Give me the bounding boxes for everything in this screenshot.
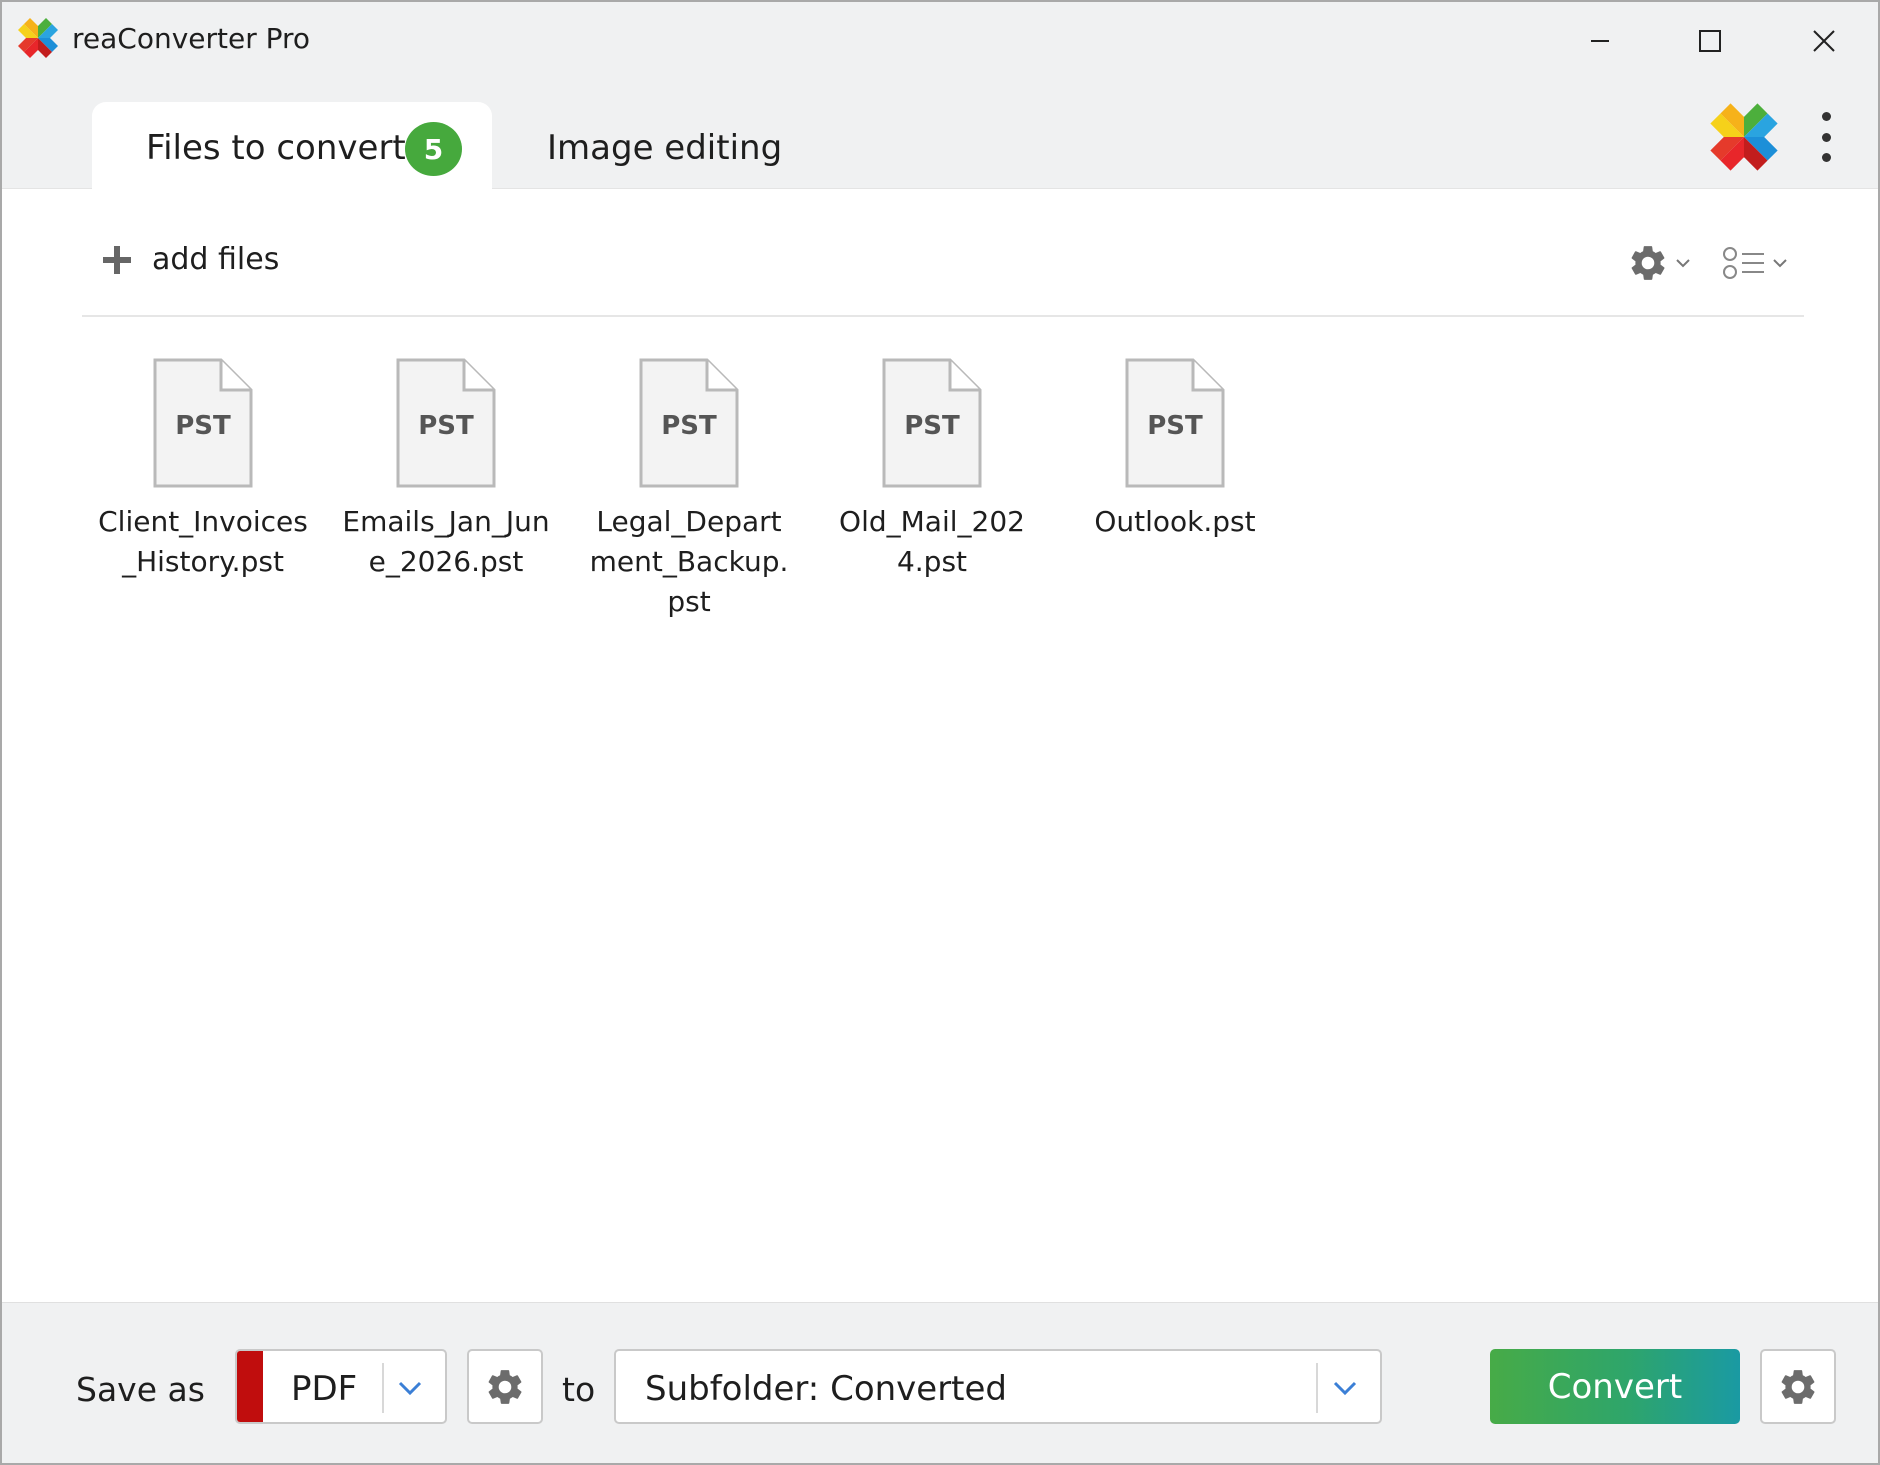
file-ext-label: PST (175, 411, 231, 441)
gear-icon (488, 1369, 522, 1404)
conversion-footer: Save as PDF to Subfolder: Converted Conv… (2, 1302, 1878, 1463)
chevron-down-icon[interactable] (1330, 1373, 1360, 1403)
convert-settings-button[interactable] (1760, 1349, 1836, 1424)
file-item[interactable]: PST Outlook.pst (1070, 358, 1280, 542)
add-files-label: add files (152, 242, 280, 277)
file-item[interactable]: PST Emails_Jan_June_2026.pst (341, 358, 551, 582)
app-window: reaConverter Pro Files to convert 5 Imag… (0, 0, 1880, 1465)
brand-logo-icon (1710, 103, 1778, 171)
settings-dropdown[interactable] (1627, 242, 1691, 284)
pst-file-icon: PST (396, 358, 496, 488)
files-toolbar: add files (82, 202, 1804, 317)
pst-file-icon: PST (882, 358, 982, 488)
add-files-button[interactable]: add files (102, 242, 279, 277)
format-settings-button[interactable] (467, 1349, 543, 1424)
maximize-button[interactable] (1680, 16, 1740, 66)
file-item[interactable]: PST Legal_Department_Backup.pst (584, 358, 794, 622)
convert-button[interactable]: Convert (1490, 1349, 1740, 1424)
tab-bar: Files to convert 5 Image editing (2, 86, 1878, 190)
chevron-down-icon (1676, 259, 1690, 268)
title-bar: reaConverter Pro (2, 2, 1878, 86)
file-ext-label: PST (418, 411, 474, 441)
file-name: Emails_Jan_June_2026.pst (342, 505, 550, 578)
divider (1316, 1363, 1318, 1413)
minimize-icon (1591, 40, 1609, 42)
destination-select[interactable]: Subfolder: Converted (614, 1349, 1382, 1424)
list-view-icon (1723, 247, 1764, 279)
pst-file-icon: PST (1125, 358, 1225, 488)
chevron-down-icon (1773, 259, 1787, 268)
more-options-icon[interactable] (1814, 112, 1838, 162)
close-icon (1813, 30, 1835, 52)
tab-files-to-convert[interactable]: Files to convert 5 (92, 102, 492, 190)
file-name: Old_Mail_2024.pst (839, 505, 1025, 578)
file-name: Client_Invoices_History.pst (98, 505, 308, 578)
file-grid: PST Client_Invoices_History.pst PST Emai… (98, 358, 1498, 618)
file-name: Legal_Department_Backup.pst (589, 505, 789, 618)
app-logo-icon (18, 18, 58, 58)
minimize-button[interactable] (1570, 16, 1630, 66)
tab-label: Files to convert (146, 128, 406, 168)
to-label: to (562, 1370, 596, 1409)
file-ext-label: PST (904, 411, 960, 441)
file-count-badge: 5 (405, 122, 462, 176)
pst-file-icon: PST (153, 358, 253, 488)
save-as-label: Save as (76, 1370, 205, 1409)
format-color-swatch (237, 1351, 263, 1422)
file-name: Outlook.pst (1094, 505, 1256, 538)
gear-icon (1781, 1369, 1815, 1404)
close-button[interactable] (1794, 16, 1854, 66)
plus-icon (103, 245, 131, 274)
view-mode-dropdown[interactable] (1722, 246, 1788, 280)
output-format-select[interactable]: PDF (235, 1349, 447, 1424)
maximize-icon (1699, 30, 1721, 52)
file-ext-label: PST (661, 411, 717, 441)
tab-image-editing[interactable]: Image editing (547, 128, 782, 168)
destination-value: Subfolder: Converted (645, 1369, 1008, 1409)
divider (382, 1363, 384, 1413)
pst-file-icon: PST (639, 358, 739, 488)
file-ext-label: PST (1147, 411, 1203, 441)
gear-icon (1631, 246, 1665, 280)
chevron-down-icon[interactable] (395, 1373, 425, 1403)
window-title: reaConverter Pro (72, 22, 311, 55)
format-value: PDF (291, 1369, 358, 1409)
file-item[interactable]: PST Client_Invoices_History.pst (98, 358, 308, 582)
file-item[interactable]: PST Old_Mail_2024.pst (827, 358, 1037, 582)
